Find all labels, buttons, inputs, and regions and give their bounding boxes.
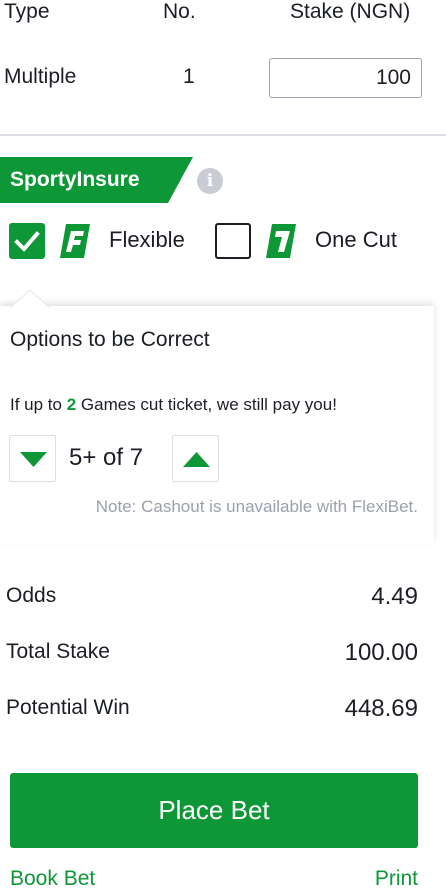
place-bet-button[interactable]: Place Bet [10,773,418,848]
potential-win-label: Potential Win [6,696,130,719]
flexible-logo-icon [60,224,90,258]
odds-label: Odds [6,584,57,607]
one-cut-option-label[interactable]: One Cut [315,227,397,253]
print-link[interactable]: Print [375,867,418,891]
triangle-up-icon [183,452,210,467]
panel-pointer [10,290,50,308]
subtitle-number: 2 [66,395,77,414]
info-icon[interactable]: i [197,168,223,194]
correct-count-value: 5+ of 7 [69,444,144,471]
cashout-note: Note: Cashout is unavailable with FlexiB… [95,497,418,516]
decrease-button[interactable] [9,435,56,482]
total-stake-label: Total Stake [6,640,110,663]
book-bet-link[interactable]: Book Bet [10,867,95,891]
stake-input[interactable] [269,58,422,98]
potential-win-value: 448.69 [344,695,418,722]
subtitle-suffix: Games cut ticket, we still pay you! [76,395,337,414]
column-header-type: Type [4,0,50,23]
column-header-stake: Stake (NGN) [290,0,411,23]
total-stake-value: 100.00 [344,639,418,666]
odds-value: 4.49 [371,583,418,610]
bet-type: Multiple [4,65,77,88]
one-cut-logo-icon [266,224,296,258]
divider [0,134,446,136]
panel-title: Options to be Correct [10,328,210,351]
column-header-no: No. [163,0,196,23]
panel-subtitle: If up to 2 Games cut ticket, we still pa… [10,395,337,415]
bet-count: 1 [183,65,195,88]
triangle-down-icon [20,452,47,467]
subtitle-prefix: If up to [10,395,67,414]
increase-button[interactable] [172,435,219,482]
flexible-checkbox[interactable] [9,223,45,259]
sportyinsure-title: SportyInsure [10,168,140,191]
flexible-option-label[interactable]: Flexible [109,227,185,253]
checkmark-icon [14,231,40,252]
one-cut-checkbox[interactable] [215,223,251,259]
